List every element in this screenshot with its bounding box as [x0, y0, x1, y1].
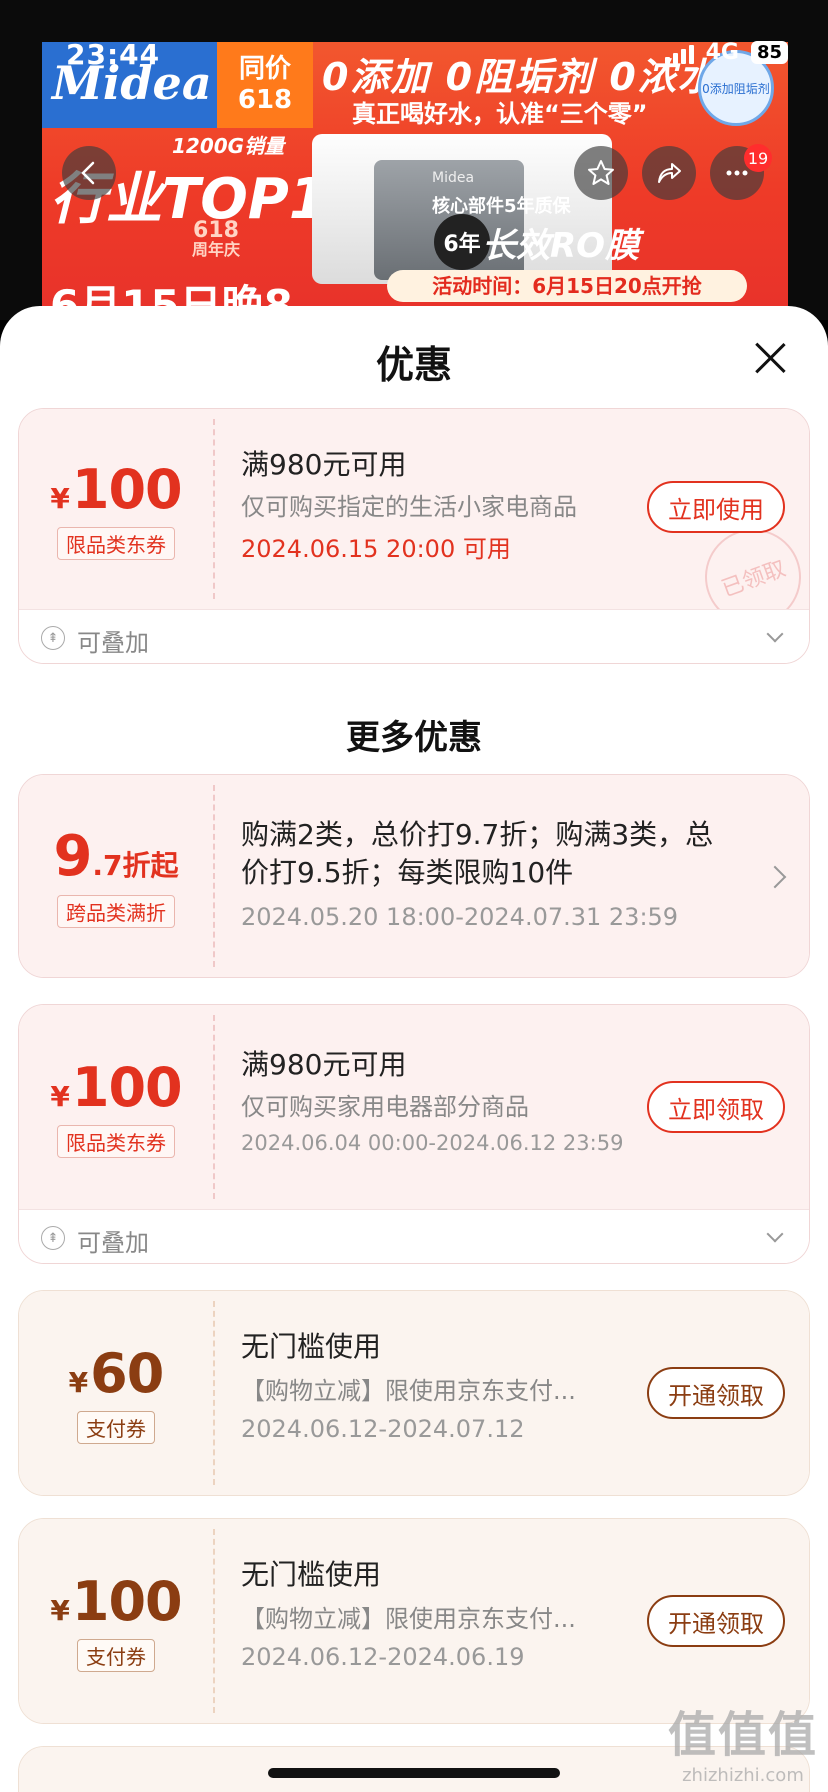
coupon-desc: 仅可购买指定的生活小家电商品 — [241, 493, 577, 521]
sheet-header: 优惠 — [0, 306, 828, 410]
favorite-button[interactable] — [574, 146, 628, 200]
message-count-badge: 19 — [744, 144, 772, 172]
payment-coupon-card: ¥ 60 支付券 无门槛使用 【购物立减】限使用京东支付... 2024.06.… — [18, 1290, 810, 1496]
coupon-time: 2024.06.12-2024.06.19 — [241, 1643, 525, 1671]
product-banner-area: Midea 同价 618 0添加 0阻垢剂 0浓水 真正喝好水，认准“三个零” … — [0, 0, 828, 320]
share-icon — [658, 163, 681, 183]
share-button[interactable] — [642, 146, 696, 200]
ro-membrane-text: 长效RO膜 — [482, 226, 640, 266]
dashed-divider — [213, 419, 215, 599]
coupon-condition: 无门槛使用 — [241, 1330, 382, 1363]
event-time: 活动时间：6月15日20点开抢 — [387, 270, 747, 302]
coupon-sheet: 优惠 ¥ 100 限品类东券 满980元可用 仅可购买指定的生活小家电商品 20… — [0, 306, 828, 1792]
stack-icon: ⇞ — [41, 1226, 65, 1250]
dashed-divider — [213, 1529, 215, 1713]
discount-big: 9 — [53, 824, 93, 889]
payment-coupon-card: ¥ 100 支付券 无门槛使用 【购物立减】限使用京东支付... 2024.06… — [18, 1518, 810, 1724]
claim-now-button[interactable]: 立即领取 — [647, 1081, 785, 1133]
network-type: 4G — [705, 40, 739, 65]
chevron-down-icon — [766, 1225, 784, 1243]
discount-desc-line1: 购满2类，总价打9.7折；购满3类，总 — [241, 818, 714, 851]
coupon-time: 2024.06.12-2024.07.12 — [241, 1415, 525, 1443]
amount-number: 100 — [71, 1056, 183, 1119]
coupon-main: ¥ 60 支付券 无门槛使用 【购物立减】限使用京东支付... 2024.06.… — [19, 1291, 809, 1495]
more-offers-title: 更多优惠 — [346, 718, 482, 758]
coupon-type-tag: 限品类东券 — [57, 527, 175, 560]
watermark: 值值值 zhizhizhi.com — [668, 1695, 818, 1786]
coupon-details: 购满2类，总价打9.7折；购满3类，总 价打9.5折；每类限购10件 2024.… — [241, 775, 809, 977]
coupon-type-tag: 限品类东券 — [57, 1125, 175, 1158]
coupon-main: ¥ 100 限品类东券 满980元可用 仅可购买家用电器部分商品 2024.06… — [19, 1005, 809, 1209]
dashed-divider — [213, 785, 215, 967]
coupon-amount: ¥ 100 — [50, 1056, 183, 1119]
discount-value: 9 .7折起 — [53, 824, 178, 889]
currency-symbol: ¥ — [50, 482, 70, 515]
amount-number: 100 — [71, 458, 183, 521]
chevron-down-icon — [766, 625, 784, 643]
coupon-condition: 无门槛使用 — [241, 1558, 382, 1591]
stackable-row[interactable]: ⇞ 可叠加 — [19, 1209, 809, 1263]
dashed-divider — [213, 1301, 215, 1485]
chevron-left-icon — [81, 161, 95, 185]
discount-card[interactable]: 9 .7折起 跨品类满折 购满2类，总价打9.7折；购满3类，总 价打9.5折；… — [18, 774, 810, 978]
coupon-condition: 满980元可用 — [241, 1048, 407, 1081]
stack-icon: ⇞ — [41, 626, 65, 650]
discount-small: .7折起 — [92, 849, 179, 882]
coupon-value: ¥ 100 限品类东券 — [19, 1005, 213, 1209]
stackable-row[interactable]: ⇞ 可叠加 — [19, 609, 809, 663]
anniversary-badge: 618 周年庆 — [192, 220, 240, 258]
signal-icon — [664, 42, 694, 64]
anniversary-line1: 618 — [193, 218, 239, 243]
activate-claim-button[interactable]: 开通领取 — [647, 1595, 785, 1647]
coupon-card: ¥ 100 限品类东券 满980元可用 仅可购买家用电器部分商品 2024.06… — [18, 1004, 810, 1264]
coupon-value: ¥ 100 支付券 — [19, 1519, 213, 1723]
coupon-desc: 仅可购买家用电器部分商品 — [241, 1093, 529, 1121]
currency-symbol: ¥ — [50, 1080, 70, 1113]
watermark-url: zhizhizhi.com — [682, 1765, 804, 1786]
coupon-main: ¥ 100 限品类东券 满980元可用 仅可购买指定的生活小家电商品 2024.… — [19, 409, 809, 639]
coupon-type-tag: 支付券 — [77, 1411, 155, 1444]
dashed-divider — [213, 1015, 215, 1199]
coupon-time: 2024.05.20 18:00-2024.07.31 23:59 — [241, 903, 679, 931]
coupon-type-tag: 支付券 — [77, 1639, 155, 1672]
use-now-button[interactable]: 立即使用 — [647, 481, 785, 533]
coupon-desc: 【购物立减】限使用京东支付... — [241, 1605, 576, 1633]
sheet-title: 优惠 — [375, 343, 452, 387]
currency-symbol: ¥ — [50, 1594, 70, 1627]
currency-symbol: ¥ — [68, 1366, 89, 1399]
stackable-label: 可叠加 — [77, 1229, 149, 1257]
watermark-logo: 值值值 — [667, 1707, 818, 1763]
activate-claim-button[interactable]: 开通领取 — [647, 1367, 785, 1419]
warranty-text: 核心部件5年质保 — [432, 196, 571, 217]
product-brand-label: Midea — [432, 170, 475, 186]
coupon-value: 9 .7折起 跨品类满折 — [19, 775, 213, 977]
coupon-main: ¥ 100 支付券 无门槛使用 【购物立减】限使用京东支付... 2024.06… — [19, 1519, 809, 1723]
coupon-amount: ¥ 60 — [68, 1342, 165, 1405]
close-button[interactable] — [752, 340, 788, 376]
star-icon — [588, 160, 614, 185]
coupon-time: 2024.06.15 20:00 可用 — [241, 535, 511, 563]
amount-number: 100 — [71, 1570, 183, 1633]
coupon-card: ¥ 100 限品类东券 满980元可用 仅可购买指定的生活小家电商品 2024.… — [18, 408, 810, 664]
coupon-amount: ¥ 100 — [50, 1570, 183, 1633]
coupon-main: 9 .7折起 跨品类满折 购满2类，总价打9.7折；购满3类，总 价打9.5折；… — [19, 775, 809, 977]
coupon-condition: 满980元可用 — [241, 448, 407, 481]
coupon-amount: ¥ 100 — [50, 458, 183, 521]
back-button[interactable] — [62, 146, 116, 200]
anniversary-line2: 周年庆 — [192, 240, 241, 259]
status-indicators: 4G 85 — [664, 40, 788, 65]
status-time: 23:44 — [66, 38, 161, 71]
coupon-value: ¥ 60 支付券 — [19, 1291, 213, 1495]
battery-icon: 85 — [750, 41, 788, 64]
coupon-type-tag: 跨品类满折 — [57, 895, 175, 928]
home-indicator[interactable] — [268, 1768, 560, 1778]
coupon-value: ¥ 100 限品类东券 — [19, 409, 213, 609]
amount-number: 60 — [90, 1342, 164, 1405]
coupon-desc: 【购物立减】限使用京东支付... — [241, 1377, 576, 1405]
status-bar: 23:44 4G 85 — [0, 0, 828, 100]
discount-desc-line2: 价打9.5折；每类限购10件 — [241, 856, 574, 889]
stackable-label: 可叠加 — [77, 629, 149, 657]
coupon-time: 2024.06.04 00:00-2024.06.12 23:59 — [241, 1131, 624, 1155]
